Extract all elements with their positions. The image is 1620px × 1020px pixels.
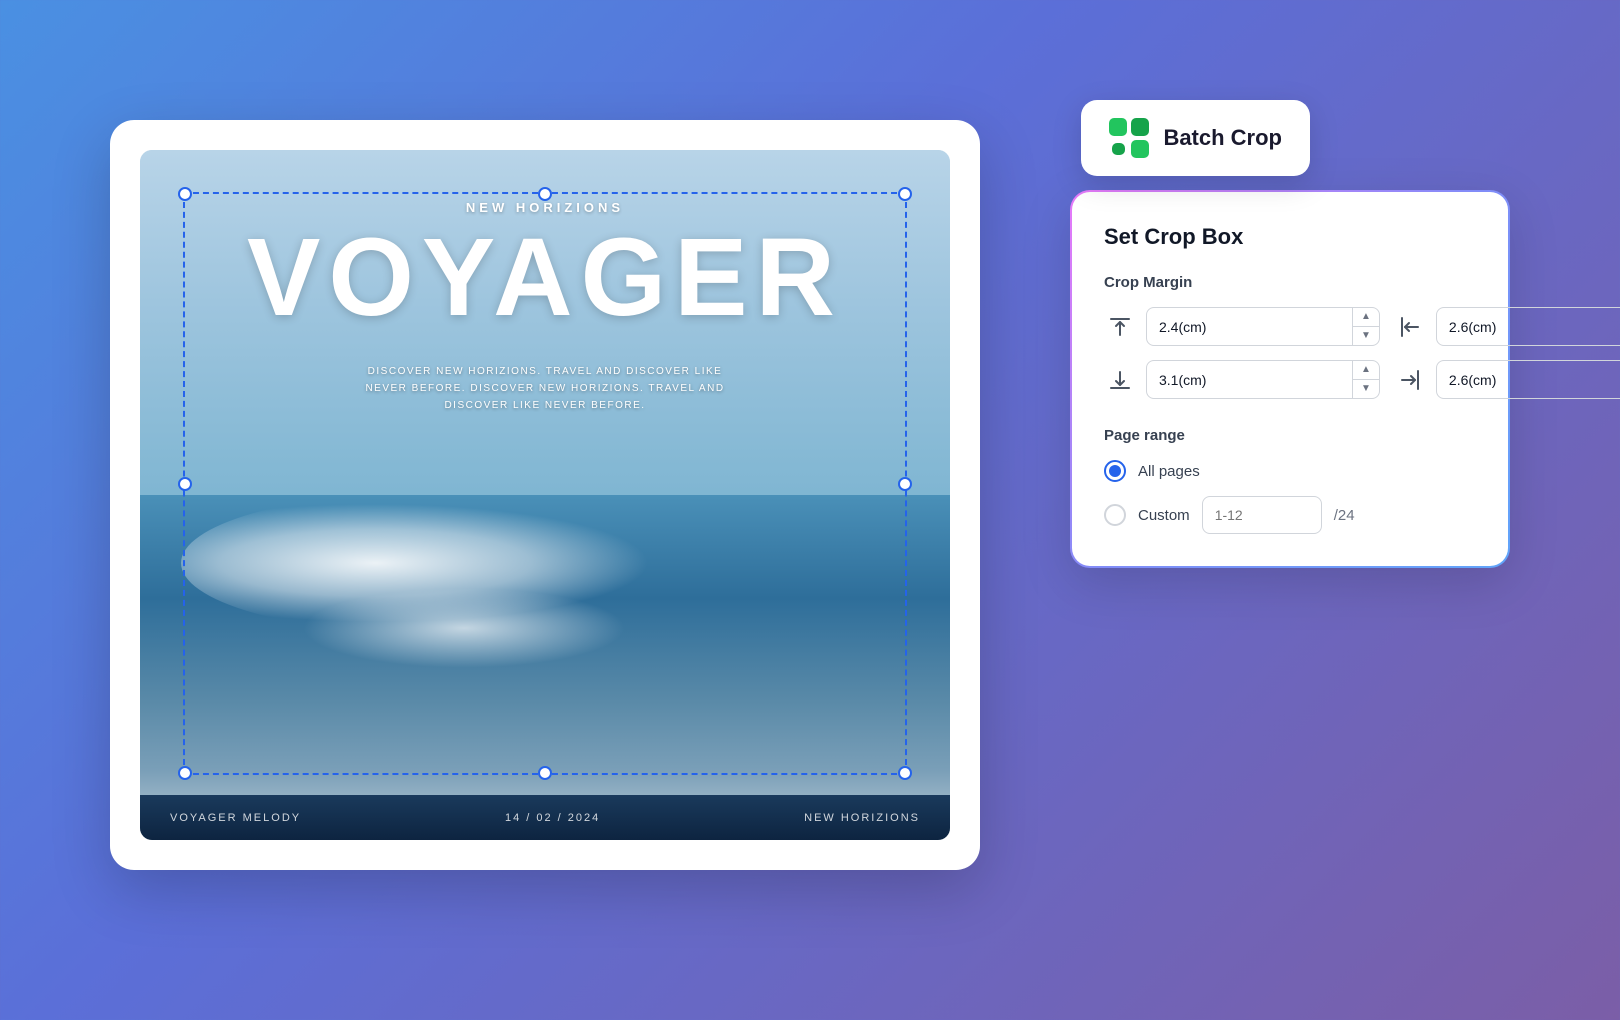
right-margin-input[interactable] [1437, 362, 1620, 398]
bottom-margin-increment[interactable]: ▲ [1353, 361, 1379, 380]
poster-body-text: DISCOVER NEW HORIZIONS. TRAVEL AND DISCO… [355, 363, 735, 414]
bottom-margin-decrement[interactable]: ▼ [1353, 380, 1379, 398]
crop-panel: Set Crop Box Crop Margin ▲ ▼ [1070, 190, 1510, 568]
bottom-margin-input[interactable] [1147, 362, 1352, 398]
main-container: NEW HORIZIONS VOYAGER DISCOVER NEW HORIZ… [110, 70, 1510, 950]
top-margin-input-wrap[interactable]: ▲ ▼ [1146, 307, 1380, 346]
top-margin-row: ▲ ▼ [1104, 307, 1380, 346]
page-range-label: Page range [1104, 427, 1476, 444]
batch-crop-label: Batch Crop [1163, 125, 1282, 151]
page-range-input[interactable] [1203, 497, 1322, 533]
right-margin-input-wrap[interactable]: ▲ ▼ [1436, 360, 1620, 399]
batch-crop-button[interactable]: Batch Crop [1081, 100, 1310, 176]
right-margin-row: ▲ ▼ [1394, 360, 1620, 399]
all-pages-radio[interactable] [1104, 460, 1126, 482]
batch-crop-icon [1109, 118, 1149, 158]
all-pages-row[interactable]: All pages [1104, 460, 1476, 482]
all-pages-label: All pages [1138, 463, 1200, 480]
panel-title: Set Crop Box [1104, 224, 1476, 250]
footer-left: VOYAGER MELODY [170, 812, 301, 824]
left-margin-row: ▲ ▼ [1394, 307, 1620, 346]
left-margin-icon [1394, 311, 1426, 343]
custom-label: Custom [1138, 507, 1190, 524]
right-margin-icon [1394, 364, 1426, 396]
icon-square-3 [1112, 143, 1125, 156]
poster-text-overlay: NEW HORIZIONS VOYAGER DISCOVER NEW HORIZ… [140, 150, 950, 840]
pdf-inner: NEW HORIZIONS VOYAGER DISCOVER NEW HORIZ… [140, 150, 950, 840]
bottom-margin-spinner: ▲ ▼ [1352, 361, 1379, 398]
poster-subtitle: NEW HORIZIONS [466, 200, 624, 215]
pdf-preview-card: NEW HORIZIONS VOYAGER DISCOVER NEW HORIZ… [110, 120, 980, 870]
top-margin-icon [1104, 311, 1136, 343]
total-pages: /24 [1334, 507, 1355, 524]
custom-radio[interactable] [1104, 504, 1126, 526]
bottom-margin-input-wrap[interactable]: ▲ ▼ [1146, 360, 1380, 399]
custom-row: Custom ▾ /24 [1104, 496, 1476, 534]
icon-square-2 [1131, 118, 1149, 136]
footer-right: NEW HORIZIONS [804, 812, 920, 824]
left-margin-input[interactable] [1437, 309, 1620, 345]
crop-margin-label: Crop Margin [1104, 274, 1476, 291]
bottom-margin-row: ▲ ▼ [1104, 360, 1380, 399]
top-margin-increment[interactable]: ▲ [1353, 308, 1379, 327]
margin-grid: ▲ ▼ ▲ ▼ [1104, 307, 1476, 399]
top-margin-spinner: ▲ ▼ [1352, 308, 1379, 345]
icon-square-4 [1131, 140, 1149, 158]
top-margin-decrement[interactable]: ▼ [1353, 327, 1379, 345]
page-range-section: Page range All pages Custom ▾ /24 [1104, 427, 1476, 534]
top-margin-input[interactable] [1147, 309, 1352, 345]
footer-center: 14 / 02 / 2024 [505, 812, 600, 824]
poster-main-title: VOYAGER [247, 223, 843, 333]
poster-background: NEW HORIZIONS VOYAGER DISCOVER NEW HORIZ… [140, 150, 950, 840]
icon-square-1 [1109, 118, 1127, 136]
radio-dot [1109, 465, 1121, 477]
left-margin-input-wrap[interactable]: ▲ ▼ [1436, 307, 1620, 346]
bottom-margin-icon [1104, 364, 1136, 396]
poster-footer: VOYAGER MELODY 14 / 02 / 2024 NEW HORIZI… [140, 795, 950, 840]
page-range-input-wrap[interactable]: ▾ [1202, 496, 1322, 534]
